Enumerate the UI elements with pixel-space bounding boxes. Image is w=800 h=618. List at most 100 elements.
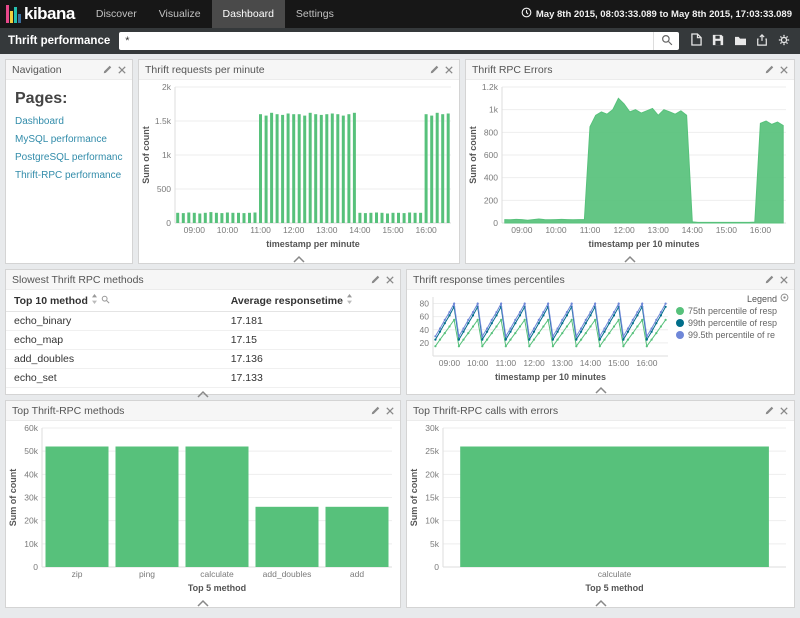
edit-panel-icon[interactable] xyxy=(370,406,380,416)
svg-text:calculate: calculate xyxy=(598,569,632,579)
svg-text:0: 0 xyxy=(434,562,439,572)
table-row: echo_map17.15 xyxy=(6,331,400,350)
options-button[interactable] xyxy=(774,31,794,51)
search-input[interactable] xyxy=(119,32,653,50)
svg-text:calculate: calculate xyxy=(200,569,234,579)
svg-text:400: 400 xyxy=(484,173,498,183)
column-header-method[interactable]: Top 10 method xyxy=(6,290,223,312)
table-row: echo_binary17.181 xyxy=(6,312,400,331)
column-header-responsetime[interactable]: Average responsetime xyxy=(223,290,400,312)
close-panel-icon[interactable] xyxy=(445,66,453,74)
svg-text:13:00: 13:00 xyxy=(552,358,574,368)
svg-text:13:00: 13:00 xyxy=(648,225,670,235)
panel-title: Thrift response times percentiles xyxy=(413,274,764,286)
tab-label: Discover xyxy=(96,8,137,20)
folder-open-icon xyxy=(734,34,747,49)
top-errors-chart[interactable]: 05k10k15k20k25k30kcalculateTop 5 methodS… xyxy=(407,421,794,597)
close-panel-icon[interactable] xyxy=(386,407,394,415)
edit-panel-icon[interactable] xyxy=(102,65,112,75)
svg-text:10:00: 10:00 xyxy=(467,358,489,368)
method-cell: add_doubles xyxy=(6,350,223,369)
panel-header: Navigation xyxy=(6,60,132,80)
svg-text:zip: zip xyxy=(72,569,83,579)
svg-text:add_doubles: add_doubles xyxy=(263,569,312,579)
panel-header: Thrift requests per minute xyxy=(139,60,459,80)
edit-panel-icon[interactable] xyxy=(370,275,380,285)
tab-label: Visualize xyxy=(159,8,201,20)
edit-panel-icon[interactable] xyxy=(429,65,439,75)
legend-toggle-icon xyxy=(780,293,789,304)
svg-text:40k: 40k xyxy=(24,469,38,479)
column-label: Top 10 method xyxy=(14,295,88,307)
nav-link-postgresql[interactable]: PostgreSQL performance xyxy=(15,152,123,163)
nav-link-thrift-rpc[interactable]: Thrift-RPC performance xyxy=(15,170,123,181)
tab-label: Settings xyxy=(296,8,334,20)
close-panel-icon[interactable] xyxy=(780,407,788,415)
new-dashboard-button[interactable] xyxy=(686,31,706,51)
legend-title-text: Legend xyxy=(747,294,777,304)
rpc-errors-chart[interactable]: 02004006008001k1.2k09:0010:0011:0012:001… xyxy=(466,80,794,253)
collapse-panel-button[interactable] xyxy=(6,388,400,400)
close-panel-icon[interactable] xyxy=(780,66,788,74)
legend-swatch xyxy=(676,319,684,327)
legend-header[interactable]: Legend xyxy=(676,293,789,304)
svg-text:16:00: 16:00 xyxy=(750,225,772,235)
top-methods-chart[interactable]: 010k20k30k40k50k60kzippingcalculateadd_d… xyxy=(6,421,400,597)
svg-text:12:00: 12:00 xyxy=(283,225,305,235)
tab-dashboard[interactable]: Dashboard xyxy=(212,0,285,28)
legend-item[interactable]: 99.5th percentile of re xyxy=(676,330,789,340)
kibana-logo[interactable]: kibana xyxy=(0,4,85,24)
svg-text:60k: 60k xyxy=(24,423,38,433)
panel-title: Slowest Thrift RPC methods xyxy=(12,274,370,286)
collapse-panel-button[interactable] xyxy=(407,384,794,396)
nav-link-mysql[interactable]: MySQL performance xyxy=(15,134,123,145)
collapse-panel-button[interactable] xyxy=(139,253,459,265)
legend-item[interactable]: 75th percentile of resp xyxy=(676,306,789,316)
search-button[interactable] xyxy=(653,32,679,50)
pages-heading: Pages: xyxy=(15,90,123,108)
requests-per-minute-chart[interactable]: 05001k1.5k2k09:0010:0011:0012:0013:0014:… xyxy=(139,80,459,253)
filter-magnifier-icon xyxy=(101,295,110,307)
collapse-panel-button[interactable] xyxy=(407,597,794,609)
column-label: Average responsetime xyxy=(231,295,343,307)
tab-visualize[interactable]: Visualize xyxy=(148,0,212,28)
svg-text:2k: 2k xyxy=(162,82,172,92)
svg-text:11:00: 11:00 xyxy=(250,225,271,235)
edit-panel-icon[interactable] xyxy=(764,65,774,75)
svg-text:Sum of count: Sum of count xyxy=(8,469,18,527)
close-panel-icon[interactable] xyxy=(780,276,788,284)
responsetime-cell: 17.181 xyxy=(223,312,400,331)
search-box xyxy=(119,32,679,50)
svg-text:15k: 15k xyxy=(425,493,439,503)
tab-discover[interactable]: Discover xyxy=(85,0,148,28)
responsetime-cell: 17.136 xyxy=(223,350,400,369)
panel-slowest-methods: Slowest Thrift RPC methods Top 10 method xyxy=(5,269,401,395)
responsetime-cell: 17.15 xyxy=(223,331,400,350)
svg-text:15:00: 15:00 xyxy=(382,225,404,235)
percentiles-chart[interactable]: 2040608009:0010:0011:0012:0013:0014:0015… xyxy=(407,290,676,384)
edit-panel-icon[interactable] xyxy=(764,275,774,285)
svg-text:0: 0 xyxy=(33,562,38,572)
close-panel-icon[interactable] xyxy=(386,276,394,284)
legend-item[interactable]: 99th percentile of resp xyxy=(676,318,789,328)
collapse-panel-button[interactable] xyxy=(6,597,400,609)
edit-panel-icon[interactable] xyxy=(764,406,774,416)
save-dashboard-button[interactable] xyxy=(708,31,728,51)
save-icon xyxy=(712,34,724,49)
svg-text:20: 20 xyxy=(420,338,430,348)
collapse-panel-button[interactable] xyxy=(466,253,794,265)
nav-link-dashboard[interactable]: Dashboard xyxy=(15,116,123,127)
share-dashboard-button[interactable] xyxy=(752,31,772,51)
svg-text:25k: 25k xyxy=(425,446,439,456)
svg-text:500: 500 xyxy=(157,184,171,194)
sort-icon xyxy=(91,294,98,307)
responsetime-cell: 17.133 xyxy=(223,369,400,388)
legend: Legend 75th percentile of resp 99th perc… xyxy=(676,290,794,384)
load-dashboard-button[interactable] xyxy=(730,31,750,51)
time-range-picker[interactable]: May 8th 2015, 08:03:33.089 to May 8th 20… xyxy=(521,7,800,21)
panel-title: Navigation xyxy=(12,64,102,76)
svg-text:10k: 10k xyxy=(425,516,439,526)
tab-settings[interactable]: Settings xyxy=(285,0,345,28)
table-row: echo_set17.133 xyxy=(6,369,400,388)
close-panel-icon[interactable] xyxy=(118,66,126,74)
